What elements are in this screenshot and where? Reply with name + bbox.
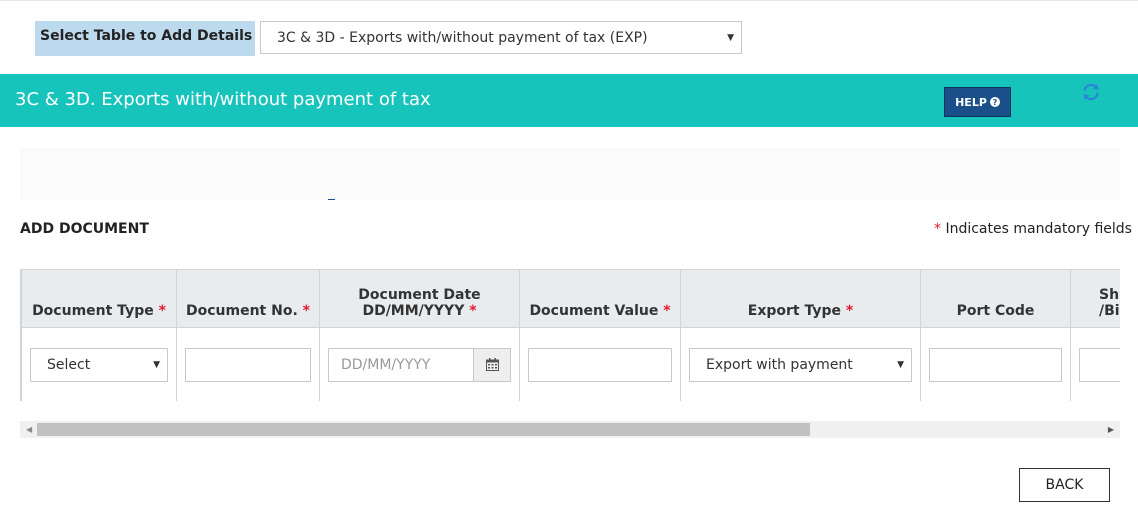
cell-document-value	[519, 327, 681, 401]
cell-shipping-bill	[1070, 327, 1120, 401]
cell-port-code	[920, 327, 1071, 401]
export-type-select[interactable]: Export with payment ▼	[689, 347, 912, 382]
mandatory-note: * Indicates mandatory fields	[934, 221, 1132, 237]
header-document-no: Document No. *	[176, 269, 320, 328]
chevron-down-icon: ▼	[153, 359, 160, 370]
question-circle-icon: ?	[989, 97, 1000, 107]
calendar-icon	[485, 358, 499, 371]
mandatory-text: Indicates mandatory fields	[945, 221, 1132, 237]
table-header-row: Document Type * Document No. * Document …	[21, 269, 1120, 328]
shipping-bill-input[interactable]	[1079, 347, 1120, 382]
back-button[interactable]: BACK	[1019, 468, 1110, 502]
chevron-down-icon: ▼	[727, 32, 734, 43]
add-document-title: ADD DOCUMENT	[20, 221, 149, 237]
select-table-value: 3C & 3D - Exports with/without payment o…	[277, 30, 648, 46]
header-shipping-bill: Sh/Bi	[1070, 269, 1120, 328]
scrollbar-thumb[interactable]	[37, 423, 810, 436]
document-type-select[interactable]: Select ▼	[30, 347, 168, 382]
document-date-input[interactable]: DD/MM/YYYY	[328, 347, 473, 382]
cell-document-no	[176, 327, 320, 401]
table-row: Select ▼ DD/MM/YYYY Export with payment …	[21, 327, 1120, 401]
select-table-label: Select Table to Add Details	[35, 21, 255, 56]
select-table-dropdown[interactable]: 3C & 3D - Exports with/without payment o…	[260, 21, 742, 54]
document-table-wrapper: Document Type * Document No. * Document …	[20, 269, 1120, 401]
tiny-link-mark	[328, 199, 335, 200]
refresh-icon[interactable]	[1081, 82, 1101, 102]
page: Select Table to Add Details 3C & 3D - Ex…	[0, 0, 1138, 506]
header-export-type: Export Type *	[680, 269, 921, 328]
header-document-value: Document Value *	[519, 269, 681, 328]
port-code-input[interactable]	[929, 347, 1062, 382]
document-table: Document Type * Document No. * Document …	[21, 269, 1120, 401]
document-no-input[interactable]	[185, 347, 311, 382]
cell-export-type: Export with payment ▼	[680, 327, 921, 401]
help-button[interactable]: HELP ?	[944, 87, 1011, 117]
cell-document-type: Select ▼	[21, 327, 177, 401]
header-document-type: Document Type *	[21, 269, 177, 328]
top-divider	[0, 0, 1138, 1]
scroll-right-icon[interactable]: ▶	[1108, 425, 1114, 434]
help-label: HELP	[955, 95, 987, 109]
document-type-value: Select	[47, 356, 91, 373]
chevron-down-icon: ▼	[897, 359, 904, 370]
cell-document-date: DD/MM/YYYY	[319, 327, 520, 401]
document-date-picker: DD/MM/YYYY	[328, 347, 511, 382]
document-value-input[interactable]	[528, 347, 672, 382]
info-strip	[20, 148, 1120, 200]
header-port-code: Port Code	[920, 269, 1071, 328]
calendar-button[interactable]	[473, 347, 511, 382]
export-type-value: Export with payment	[706, 356, 853, 373]
horizontal-scrollbar[interactable]: ◀ ▶	[20, 421, 1120, 438]
section-title: 3C & 3D. Exports with/without payment of…	[15, 89, 431, 110]
scroll-left-icon[interactable]: ◀	[26, 425, 32, 434]
header-document-date: Document Date DD/MM/YYYY *	[319, 269, 520, 328]
required-asterisk: *	[934, 221, 941, 237]
